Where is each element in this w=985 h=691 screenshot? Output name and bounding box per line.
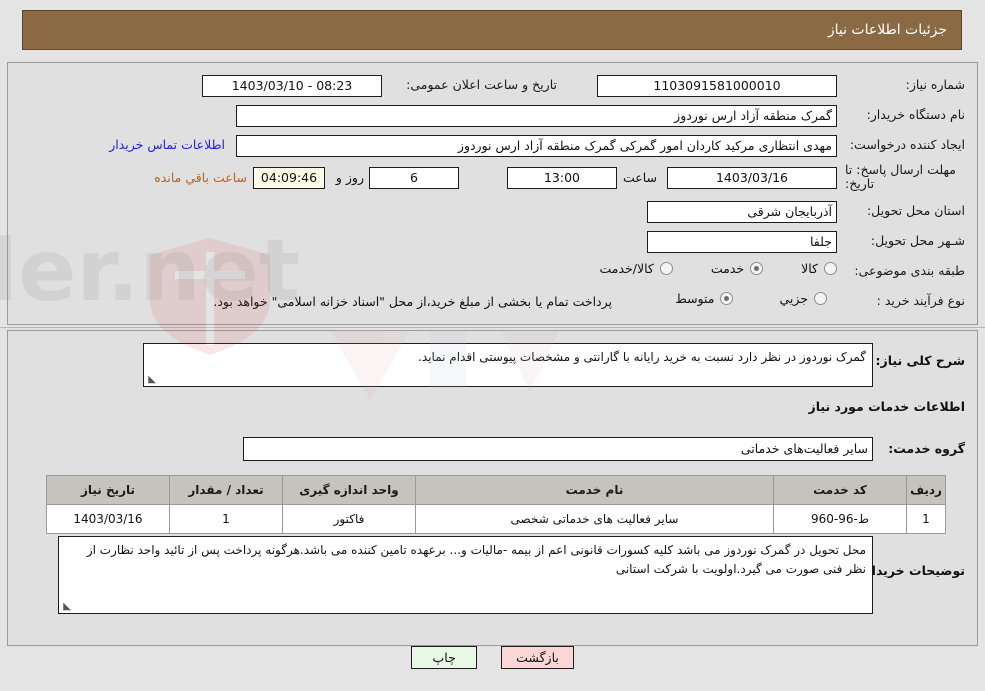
category-radio-group: کالا خدمت کالا/خدمت [599, 261, 837, 276]
treasury-bond-note: پرداخت تمام یا بخشی از مبلغ خرید،از محل … [213, 294, 612, 309]
col-unit: واحد اندازه گیری [282, 475, 416, 505]
col-name: نام خدمت [415, 475, 774, 505]
buyer-org-value: گمرک منطقه آزاد ارس نوردوز [236, 105, 837, 127]
city-value: جلفا [647, 231, 837, 253]
panel-divider [0, 327, 985, 328]
category-option-khedmat[interactable]: خدمت [710, 261, 764, 276]
category-label: طبقه بندی موضوعی: [854, 263, 965, 278]
requester-row: ایجاد کننده درخواست: [850, 137, 965, 152]
back-button[interactable]: بازگشت [501, 646, 574, 669]
process-option-jozei[interactable]: جزیي [779, 291, 827, 306]
province-label: استان محل تحویل: [866, 203, 965, 218]
buyer-notes-textarea[interactable]: محل تحویل در گمرک نوردوز می باشد کلیه کس… [58, 536, 873, 614]
public-announce-label-wrap: تاریخ و ساعت اعلان عمومی: [406, 77, 557, 92]
buyer-notes-text: محل تحویل در گمرک نوردوز می باشد کلیه کس… [86, 543, 866, 576]
buyer-notes-label: توضیحات خریدار: [859, 563, 965, 578]
city-label: شـهر محل تحویل: [870, 233, 965, 248]
page-header-bar: جزئیات اطلاعات نیاز [22, 10, 962, 50]
province-value: آذربایجان شرقی [647, 201, 837, 223]
radio-icon[interactable] [659, 262, 673, 275]
hour-label: ساعت [622, 170, 657, 185]
requester-label: ایجاد کننده درخواست: [849, 137, 965, 152]
process-label: نوع فرآیند خرید : [876, 293, 965, 308]
cell-radif: 1 [906, 504, 946, 534]
deadline-row: مهلت ارسال پاسخ: تا تاریخ: [845, 162, 965, 192]
cell-name: سایر فعالیت های خدماتی شخصی [415, 504, 774, 534]
general-desc-label: شرح کلی نیاز: [875, 353, 965, 368]
process-radio-group: جزیي متوسط [675, 291, 827, 306]
process-option-motavasset[interactable]: متوسط [675, 291, 734, 306]
resize-grip-icon[interactable]: ◣ [61, 602, 71, 612]
category-row: طبقه بندی موضوعی: [854, 263, 965, 278]
need-number-value: 1103091581000010 [597, 75, 837, 97]
col-code: کد خدمت [773, 475, 907, 505]
remaining-days: 6 [369, 167, 459, 189]
category-option-kala[interactable]: کالا [801, 261, 837, 276]
category-option-label: کالا/خدمت [599, 261, 654, 276]
deadline-label: مهلت ارسال پاسخ: تا تاریخ: [845, 162, 956, 192]
need-number-label: شماره نیاز: [905, 77, 965, 92]
radio-icon[interactable] [824, 262, 837, 275]
province-row: استان محل تحویل: [867, 203, 965, 218]
public-announce-label: تاریخ و ساعت اعلان عمومی: [406, 77, 557, 92]
category-option-label: کالا [801, 261, 818, 276]
category-option-kala-khedmat[interactable]: کالا/خدمت [599, 261, 673, 276]
deadline-date: 1403/03/16 [667, 167, 837, 189]
cell-unit: فاکتور [282, 504, 416, 534]
city-row: شـهر محل تحویل: [871, 233, 965, 248]
category-option-label: خدمت [710, 261, 745, 276]
countdown-value: 04:09:46 [253, 167, 325, 189]
general-desc-textarea[interactable]: گمرک نوردوز در نظر دارد نسبت به خرید رای… [143, 343, 873, 387]
service-group-value: سایر فعالیت‌های خدماتی [243, 437, 873, 461]
footer-button-bar: بازگشت چاپ [0, 646, 985, 669]
buyer-contact-link[interactable]: اطلاعات تماس خریدار [109, 137, 225, 152]
days-label: روز و [335, 170, 364, 185]
general-desc-text: گمرک نوردوز در نظر دارد نسبت به خرید رای… [418, 350, 866, 364]
deadline-time: 13:00 [507, 167, 617, 189]
services-section-title: اطلاعات خدمات مورد نیاز [808, 399, 966, 414]
page-title: جزئیات اطلاعات نیاز [827, 22, 947, 38]
col-radif: ردیف [906, 475, 946, 505]
cell-date: 1403/03/16 [46, 504, 170, 534]
service-group-label: گروه خدمت: [888, 441, 965, 456]
buyer-org-label: نام دستگاه خریدار: [866, 107, 965, 122]
services-table: ردیف کد خدمت نام خدمت واحد اندازه گیری ت… [46, 475, 946, 534]
col-date: تاریخ نیاز [46, 475, 170, 505]
radio-icon[interactable] [720, 292, 734, 305]
col-quantity: تعداد / مقدار [169, 475, 283, 505]
radio-icon[interactable] [750, 262, 764, 275]
need-info-panel: شماره نیاز: 1103091581000010 تاریخ و ساع… [7, 62, 978, 325]
need-number-row: شماره نیاز: [906, 77, 965, 92]
radio-icon[interactable] [814, 292, 827, 305]
buyer-org-row: نام دستگاه خریدار: [867, 107, 965, 122]
process-row: نوع فرآیند خرید : [877, 293, 965, 308]
countdown-label: ساعت باقي مانده [154, 170, 247, 185]
resize-grip-icon[interactable]: ◣ [146, 375, 156, 385]
print-button[interactable]: چاپ [411, 646, 478, 669]
table-row: 1 ط-96-960 سایر فعالیت های خدماتی شخصی ف… [46, 504, 946, 534]
requester-value: مهدی انتظاری مرکید کاردان امور گمرکی گمر… [236, 135, 837, 157]
table-header-row: ردیف کد خدمت نام خدمت واحد اندازه گیری ت… [46, 475, 946, 505]
public-announce-value: 08:23 - 1403/03/10 [202, 75, 382, 97]
cell-quantity: 1 [169, 504, 283, 534]
process-option-label: متوسط [675, 291, 715, 306]
process-option-label: جزیي [779, 291, 808, 306]
cell-code: ط-96-960 [773, 504, 907, 534]
